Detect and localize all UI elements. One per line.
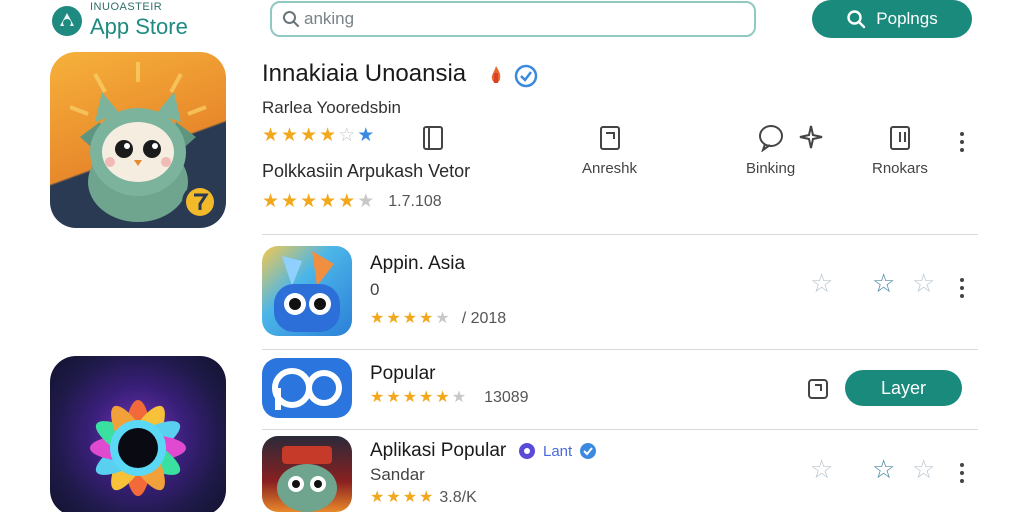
star-icon: ★ bbox=[402, 389, 418, 406]
verified-badge-icon bbox=[514, 64, 538, 88]
star-icon: ★ bbox=[338, 191, 356, 212]
app-rating: ★ ★ ★ ★ ★ ★ 13089 bbox=[370, 389, 529, 407]
app-badges: Lant bbox=[517, 441, 598, 461]
app-icon-blue-creature[interactable] bbox=[262, 246, 352, 336]
more-menu-icon[interactable] bbox=[959, 278, 965, 298]
star-icon: ★ bbox=[370, 389, 385, 406]
star-icon: ★ bbox=[370, 310, 385, 327]
star-outline-icon[interactable]: ☆ bbox=[912, 454, 935, 485]
app-name[interactable]: Aplikasi Popular bbox=[370, 440, 506, 462]
star-icon: ★ bbox=[300, 125, 318, 146]
app-icon-flower[interactable] bbox=[50, 356, 226, 512]
owl-mascot-icon bbox=[69, 62, 218, 222]
warrior-mascot-icon bbox=[277, 446, 337, 512]
app-icon-po[interactable] bbox=[262, 358, 352, 418]
rating-count: / 2018 bbox=[461, 310, 507, 327]
verified-badge-icon bbox=[580, 443, 597, 459]
search-icon bbox=[283, 11, 299, 27]
rating-count: 13089 bbox=[484, 389, 529, 406]
report-action[interactable]: Rnokars bbox=[872, 124, 928, 177]
share-action[interactable]: Anreshk bbox=[582, 124, 637, 177]
star-icon: ★ bbox=[402, 489, 418, 506]
star-empty-icon: ★ bbox=[435, 310, 450, 327]
bookmark-icon[interactable] bbox=[806, 377, 830, 401]
sparkle-action[interactable] bbox=[798, 124, 824, 152]
star-icon: ★ bbox=[319, 191, 337, 212]
star-icon: ★ bbox=[370, 489, 385, 506]
app-name[interactable]: Appin. Asia bbox=[370, 253, 465, 275]
star-outline-icon[interactable]: ☆ bbox=[810, 454, 833, 485]
star-empty-icon: ★ bbox=[357, 191, 375, 212]
gear-badge-icon bbox=[519, 443, 535, 459]
featured-app-icon[interactable] bbox=[50, 52, 226, 228]
flame-icon bbox=[491, 66, 501, 83]
featured-rating-count: 1.7.108 bbox=[388, 192, 442, 210]
share-label: Anreshk bbox=[582, 160, 638, 177]
star-icon: ★ bbox=[281, 125, 299, 146]
report-icon bbox=[889, 126, 910, 150]
flower-burst-icon bbox=[90, 400, 186, 496]
divider bbox=[262, 429, 978, 430]
app-rating: ★ ★ ★ ★ 3.8/K bbox=[370, 489, 477, 507]
popular-button[interactable]: Poplngs bbox=[812, 0, 972, 38]
star-icon: ★ bbox=[281, 191, 299, 212]
star-icon: ★ bbox=[402, 310, 418, 327]
search-input[interactable]: anking bbox=[270, 1, 756, 37]
star-outline-icon[interactable]: ☆ bbox=[872, 454, 895, 485]
app-subtitle: Sandar bbox=[370, 465, 425, 484]
star-empty-icon: ☆ bbox=[338, 125, 356, 146]
featured-app-category: Polkkasiin Arpukash Vetor bbox=[262, 161, 471, 181]
more-menu-icon[interactable] bbox=[959, 463, 965, 483]
featured-app-title[interactable]: Innakiaia Unoansia bbox=[262, 60, 466, 88]
layer-button[interactable]: Layer bbox=[845, 370, 962, 406]
star-outline-icon[interactable]: ☆ bbox=[912, 268, 935, 299]
chat-bubble-icon bbox=[758, 125, 783, 152]
app-store-logo-icon bbox=[52, 6, 82, 36]
star-icon: ★ bbox=[386, 310, 401, 327]
star-half-icon: ★ bbox=[319, 125, 337, 146]
chat-label: Binking bbox=[746, 160, 796, 177]
star-icon: ★ bbox=[262, 125, 280, 146]
app-badge-label: Lant bbox=[543, 442, 573, 460]
star-icon: ★ bbox=[262, 191, 280, 212]
app-rating: ★ ★ ★ ★ ★ / 2018 bbox=[370, 310, 506, 328]
chat-action[interactable]: Binking bbox=[746, 124, 795, 177]
app-store-logo[interactable]: INUOASTEIR App Store bbox=[50, 1, 188, 40]
logo-subtitle: INUOASTEIR bbox=[90, 1, 163, 13]
star-icon: ★ bbox=[419, 489, 434, 506]
star-icon: ★ bbox=[419, 389, 434, 406]
star-icon: ★ bbox=[435, 389, 450, 406]
rating-count: 3.8/K bbox=[439, 489, 477, 506]
divider bbox=[262, 234, 978, 235]
featured-rating-stars: ★ ★ ★ ★ ☆ ★ bbox=[262, 126, 374, 145]
po-logo-icon bbox=[272, 368, 342, 410]
star-outline-icon[interactable]: ☆ bbox=[810, 268, 833, 299]
star-icon: ★ bbox=[300, 191, 318, 212]
divider bbox=[262, 349, 978, 350]
bookmark-action[interactable] bbox=[420, 124, 446, 152]
featured-app-developer[interactable]: Rarlea Yooredsbin bbox=[262, 98, 401, 118]
star-blue-icon: ★ bbox=[357, 125, 375, 146]
star-empty-icon: ★ bbox=[451, 389, 467, 406]
star-half-icon: ★ bbox=[419, 310, 434, 327]
popular-button-label: Poplngs bbox=[876, 9, 938, 28]
star-icon: ★ bbox=[386, 489, 401, 506]
logo-title: App Store bbox=[90, 14, 188, 39]
bookmark-icon bbox=[423, 126, 443, 150]
app-icon-warrior[interactable] bbox=[262, 436, 352, 512]
report-label: Rnokars bbox=[872, 160, 928, 177]
share-icon bbox=[599, 126, 620, 150]
app-name[interactable]: Popular bbox=[370, 363, 436, 385]
featured-title-badges bbox=[490, 64, 538, 88]
sparkle-icon bbox=[799, 125, 823, 149]
star-icon: ★ bbox=[386, 389, 401, 406]
featured-rating-row: ★ ★ ★ ★ ★ ★ 1.7.108 bbox=[262, 192, 442, 211]
blue-creature-icon bbox=[274, 251, 340, 332]
search-icon bbox=[847, 10, 866, 29]
app-subtitle: 0 bbox=[370, 280, 380, 299]
more-menu-icon[interactable] bbox=[959, 132, 965, 152]
star-outline-icon[interactable]: ☆ bbox=[872, 268, 895, 299]
search-placeholder: anking bbox=[304, 9, 355, 28]
